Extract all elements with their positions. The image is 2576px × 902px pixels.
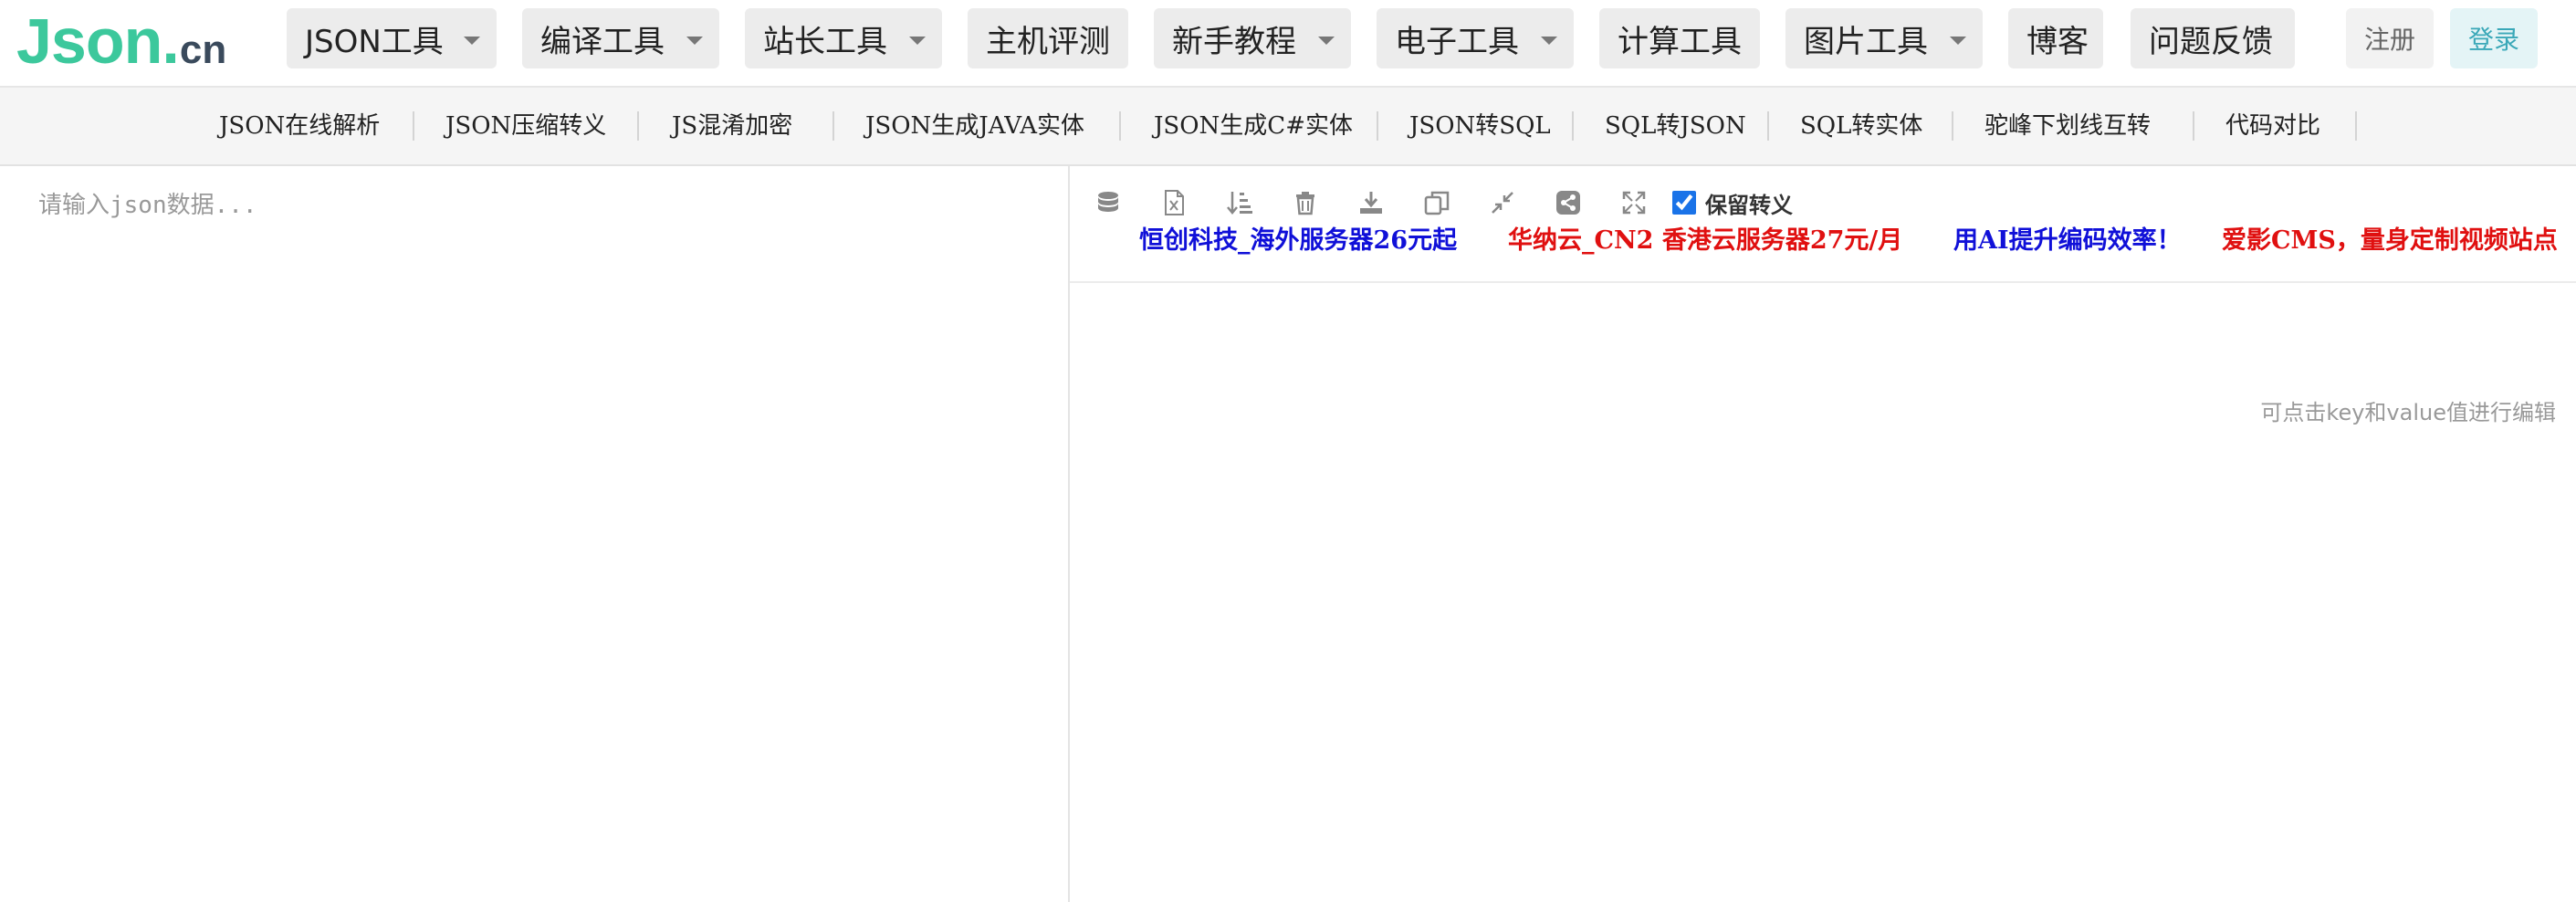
register-button[interactable]: 注册 [2346,8,2434,68]
caret-down-icon [1541,37,1557,45]
nav-tutorials[interactable]: 新手教程 [1154,8,1351,68]
nav-compile-tools[interactable]: 编译工具 [522,8,719,68]
nav-host-reviews[interactable]: 主机评测 [968,8,1128,68]
ad-link-aiying-cms[interactable]: 爱影CMS，量身定制视频站点 [2222,225,2558,257]
sort-icon[interactable] [1223,186,1256,219]
caret-down-icon [1950,37,1966,45]
subnav-sql-to-json[interactable]: SQL转JSON [1605,88,1746,164]
keep-escape-label: 保留转义 [1705,192,1793,218]
nav-image-tools[interactable]: 图片工具 [1785,8,1983,68]
edit-hint-text: 可点击key和value值进行编辑 [2260,400,2556,425]
nav-label: 电子工具 [1395,23,1519,60]
subnav-separator [2193,111,2194,141]
subnav-separator [637,111,639,141]
ad-link-huanayun[interactable]: 华纳云_CN2 香港云服务器27元/月 [1508,225,1902,257]
nav-webmaster-tools[interactable]: 站长工具 [745,8,942,68]
logo-main-text: Json [16,5,162,77]
subnav-separator [1767,111,1769,141]
nav-label: 图片工具 [1804,23,1928,60]
nav-label: 主机评测 [986,23,1110,60]
subnav-separator [1572,111,1574,141]
subnav-separator [2355,111,2357,141]
share-icon[interactable] [1552,186,1585,219]
top-navbar: Json. cn JSON工具 编译工具 站长工具 主机评测 新手教程 电子工具 … [0,0,2576,88]
ad-link-ai-coding[interactable]: 用AI提升编码效率！ [1953,225,2182,257]
nav-label: 编译工具 [540,23,665,60]
keep-escape-checkbox[interactable] [1672,191,1696,215]
subnav-js-obfuscate[interactable]: JS混淆加密 [672,88,792,164]
output-toolbar: 保留转义 恒创科技_海外服务器26元起 华纳云_CN2 香港云服务器27元/月 … [1070,166,2576,283]
nav-label: 新手教程 [1172,23,1296,60]
json-input-panel [0,166,1068,902]
login-button[interactable]: 登录 [2450,8,2538,68]
site-logo[interactable]: Json. cn [16,2,226,80]
tool-subnav: JSON在线解析 JSON压缩转义 JS混淆加密 JSON生成JAVA实体 JS… [0,88,2576,166]
nav-blog[interactable]: 博客 [2008,8,2103,68]
logo-suffix: cn [179,27,227,72]
database-icon[interactable] [1092,186,1125,219]
copy-icon[interactable] [1420,186,1453,219]
caret-down-icon [1318,37,1335,45]
caret-down-icon [464,37,480,45]
trash-icon[interactable] [1289,186,1322,219]
keep-escape-toggle[interactable]: 保留转义 [1672,186,1793,219]
subnav-separator [832,111,834,141]
compress-icon[interactable] [1486,186,1519,219]
subnav-json-to-java[interactable]: JSON生成JAVA实体 [865,88,1084,164]
nav-label: 站长工具 [763,23,887,60]
subnav-json-to-csharp[interactable]: JSON生成C#实体 [1154,88,1353,164]
subnav-camel-underscore[interactable]: 驼峰下划线互转 [1984,88,2151,164]
subnav-json-to-sql[interactable]: JSON转SQL [1409,88,1551,164]
caret-down-icon [686,37,703,45]
subnav-separator [1952,111,1953,141]
download-icon[interactable] [1355,186,1387,219]
nav-label: JSON工具 [305,23,444,60]
subnav-json-parse[interactable]: JSON在线解析 [219,88,380,164]
subnav-separator [1119,111,1121,141]
nav-label: 问题反馈 [2149,23,2273,60]
nav-json-tools[interactable]: JSON工具 [287,8,497,68]
json-output-panel: 保留转义 恒创科技_海外服务器26元起 华纳云_CN2 香港云服务器27元/月 … [1070,166,2576,902]
subnav-separator [413,111,414,141]
subnav-sql-to-entity[interactable]: SQL转实体 [1800,88,1922,164]
nav-feedback[interactable]: 问题反馈 [2131,8,2295,68]
subnav-separator [1377,111,1378,141]
nav-electronic-tools[interactable]: 电子工具 [1377,8,1574,68]
nav-label: 计算工具 [1618,23,1742,60]
nav-calculation-tools[interactable]: 计算工具 [1599,8,1760,68]
subnav-json-compress[interactable]: JSON压缩转义 [445,88,606,164]
caret-down-icon [909,37,926,45]
json-input-textarea[interactable] [0,166,1068,902]
ad-link-hengchuang[interactable]: 恒创科技_海外服务器26元起 [1139,225,1457,257]
subnav-code-compare[interactable]: 代码对比 [2225,88,2320,164]
excel-file-icon[interactable] [1157,186,1190,219]
nav-label: 博客 [2026,23,2089,60]
logo-dot: . [162,5,180,77]
fullscreen-icon[interactable] [1618,186,1650,219]
